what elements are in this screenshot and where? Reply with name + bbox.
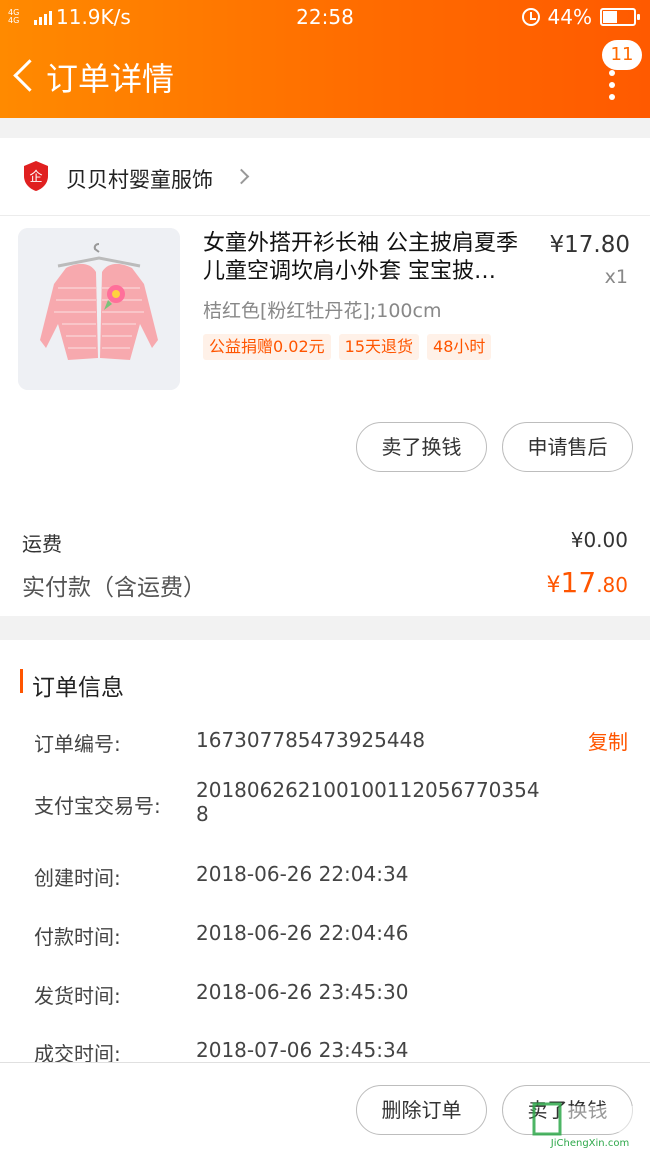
created-time-label: 创建时间: xyxy=(34,866,121,890)
order-number-label: 订单编号: xyxy=(34,732,121,756)
battery-icon xyxy=(600,8,640,26)
shop-logo-text: 企 xyxy=(29,169,42,185)
alarm-icon xyxy=(521,8,540,26)
app-header: 4G 4G 11.9K/s 22:58 44% 订单详情 11 xyxy=(0,0,650,118)
product-price: ¥17.80 xyxy=(549,232,630,258)
product-tags: 公益捐赠0.02元 15天退货 48小时 xyxy=(203,334,492,360)
back-arrow-icon[interactable] xyxy=(8,54,42,98)
order-number-value: 167307785473925448 xyxy=(196,728,426,752)
copy-button[interactable]: 复制 xyxy=(588,726,628,755)
shop-row[interactable]: 企 贝贝村婴童服饰 xyxy=(0,138,650,216)
order-info-title: 订单信息 xyxy=(32,675,124,701)
shipping-label: 运费 xyxy=(22,532,62,556)
tag-return: 15天退货 xyxy=(338,334,420,360)
shop-name: 贝贝村婴童服饰 xyxy=(66,168,213,192)
paid-decimal: .80 xyxy=(596,573,628,597)
paid-currency: ¥ xyxy=(546,573,561,598)
chevron-right-icon xyxy=(233,168,250,185)
alipay-no-label: 支付宝交易号: xyxy=(34,794,161,818)
more-menu-icon[interactable] xyxy=(604,70,620,100)
battery-percent: 44% xyxy=(547,5,592,29)
product-title[interactable]: 女童外搭开衫长袖 公主披肩夏季儿童空调坎肩小外套 宝宝披… xyxy=(203,230,533,286)
site-watermark-logo: JiChengXin.com xyxy=(532,1102,644,1149)
order-info-card: 订单信息 复制 订单编号: 167307785473925448 支付宝交易号:… xyxy=(0,640,650,1066)
delete-order-button[interactable]: 删除订单 xyxy=(356,1085,487,1135)
message-badge[interactable]: 11 xyxy=(602,40,642,70)
shipping-value: ¥0.00 xyxy=(570,528,628,552)
product-image[interactable] xyxy=(18,228,180,390)
watermark-text: JiChengXin.com xyxy=(550,1138,629,1149)
shipped-time-label: 发货时间: xyxy=(34,984,121,1008)
tag-charity: 公益捐赠0.02元 xyxy=(203,334,331,360)
created-time-value: 2018-06-26 22:04:34 xyxy=(196,862,409,886)
shop-shield-icon: 企 xyxy=(24,161,48,191)
after-sale-button[interactable]: 申请售后 xyxy=(502,422,633,472)
completed-time-value: 2018-07-06 23:45:34 xyxy=(196,1038,409,1062)
paid-integer: 17 xyxy=(560,566,597,599)
paid-amount: ¥17.80 xyxy=(547,566,628,599)
nav-bar: 订单详情 11 xyxy=(0,40,650,118)
sell-button[interactable]: 卖了换钱 xyxy=(356,422,487,472)
order-product-card: 企 贝贝村婴童服饰 女童外搭开衫长袖 公主披肩夏季儿童空调坎肩小外套 宝宝披… … xyxy=(0,138,650,616)
alipay-no-value: 2018062621001001120567703548 xyxy=(196,778,540,826)
paid-label: 实付款（含运费） xyxy=(22,575,206,601)
product-spec: 桔红色[粉红牡丹花];100cm xyxy=(203,300,442,322)
page-title: 订单详情 xyxy=(46,60,175,98)
shipped-time-value: 2018-06-26 23:45:30 xyxy=(196,980,409,1004)
paid-time-value: 2018-06-26 22:04:46 xyxy=(196,921,409,945)
product-quantity: x1 xyxy=(604,266,628,288)
tag-48h: 48小时 xyxy=(427,334,492,360)
status-right: 44% xyxy=(521,5,640,29)
paid-time-label: 付款时间: xyxy=(34,925,121,949)
cardigan-image xyxy=(18,228,180,390)
status-bar: 4G 4G 11.9K/s 22:58 44% xyxy=(0,0,650,36)
